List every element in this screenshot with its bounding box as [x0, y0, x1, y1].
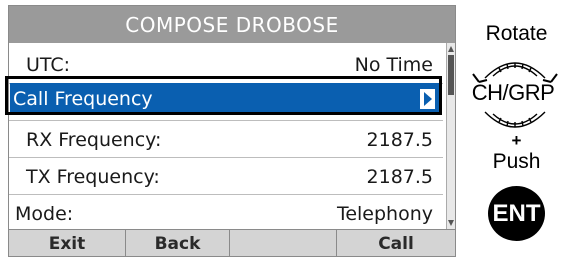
chevron-right-icon	[420, 89, 435, 109]
scroll-up-icon[interactable]	[448, 46, 454, 52]
menu-item-label: Mode:	[15, 202, 74, 225]
menu-item-label: TX Frequency:	[26, 165, 160, 188]
plus-sign: +	[511, 131, 522, 150]
push-instruction: Push	[492, 150, 541, 173]
menu-item-tx-frequency[interactable]: TX Frequency: 2187.5	[9, 158, 443, 195]
softkey-bar: Exit Back Call	[9, 229, 455, 256]
menu-item-label: RX Frequency:	[26, 128, 162, 151]
rotate-instruction: Rotate	[485, 22, 548, 45]
menu-item-value: 2187.5	[366, 165, 433, 188]
menu-item-mode[interactable]: Mode: Telephony	[9, 195, 443, 232]
menu-item-label: UTC:	[26, 53, 71, 76]
menu-item-value: Telephony	[336, 202, 433, 225]
menu-item-call-frequency[interactable]: Call Frequency	[10, 83, 441, 115]
softkey-exit[interactable]: Exit	[9, 230, 126, 256]
softkey-back[interactable]: Back	[126, 230, 230, 256]
menu-item-label: Call Frequency	[13, 88, 153, 110]
screen-title: COMPOSE DROBOSE	[9, 6, 455, 43]
softkey-blank[interactable]	[230, 230, 337, 256]
radio-display: COMPOSE DROBOSE UTC: No Time Call Freque…	[8, 5, 456, 257]
scrollbar-thumb[interactable]	[448, 55, 454, 95]
menu-item-value: No Time	[354, 53, 433, 76]
menu-item-value: 2187.5	[366, 128, 433, 151]
menu-item-utc[interactable]: UTC: No Time	[9, 46, 443, 83]
scroll-down-icon[interactable]	[448, 220, 454, 226]
softkey-call[interactable]: Call	[337, 230, 455, 256]
ent-button[interactable]: ENT	[488, 186, 545, 241]
menu-item-rx-frequency[interactable]: RX Frequency: 2187.5	[9, 121, 443, 158]
scrollbar[interactable]	[446, 43, 455, 229]
knob-label: CH/GRP	[471, 80, 555, 105]
